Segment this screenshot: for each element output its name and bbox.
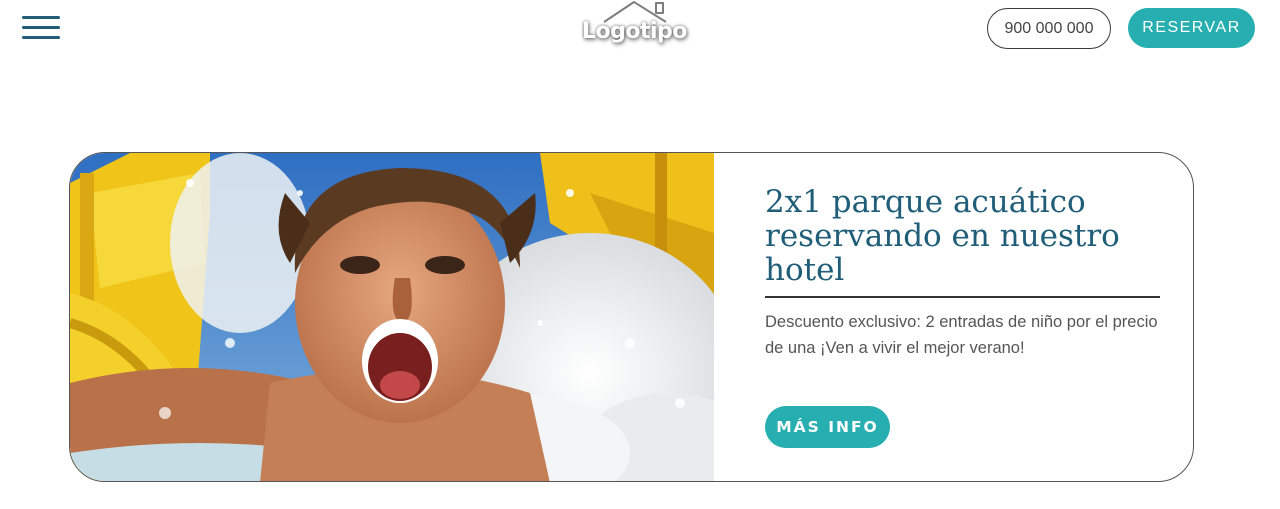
menu-icon[interactable] [22,16,60,40]
waterpark-illustration [70,153,714,481]
divider [765,296,1160,298]
promo-title: 2x1 parque acuático reservando en nuestr… [765,184,1120,288]
phone-button[interactable]: 900 000 000 [987,8,1111,49]
menu-bar [22,26,60,29]
reserve-button[interactable]: RESERVAR [1128,8,1255,48]
promo-content: 2x1 parque acuático reservando en nuestr… [765,185,1160,361]
promo-card: 2x1 parque acuático reservando en nuestr… [69,152,1194,482]
promo-image [70,153,714,481]
site-header: Logotipo 900 000 000 RESERVAR [0,0,1280,60]
page: Logotipo 900 000 000 RESERVAR 2x1 parque… [0,0,1280,509]
logo[interactable]: Logotipo [572,0,692,50]
menu-bar [22,16,60,19]
menu-bar [22,36,60,39]
promo-description: Descuento exclusivo: 2 entradas de niño … [765,313,1158,357]
logo-text: Logotipo [582,19,687,44]
more-info-button[interactable]: MÁS INFO [765,406,890,448]
